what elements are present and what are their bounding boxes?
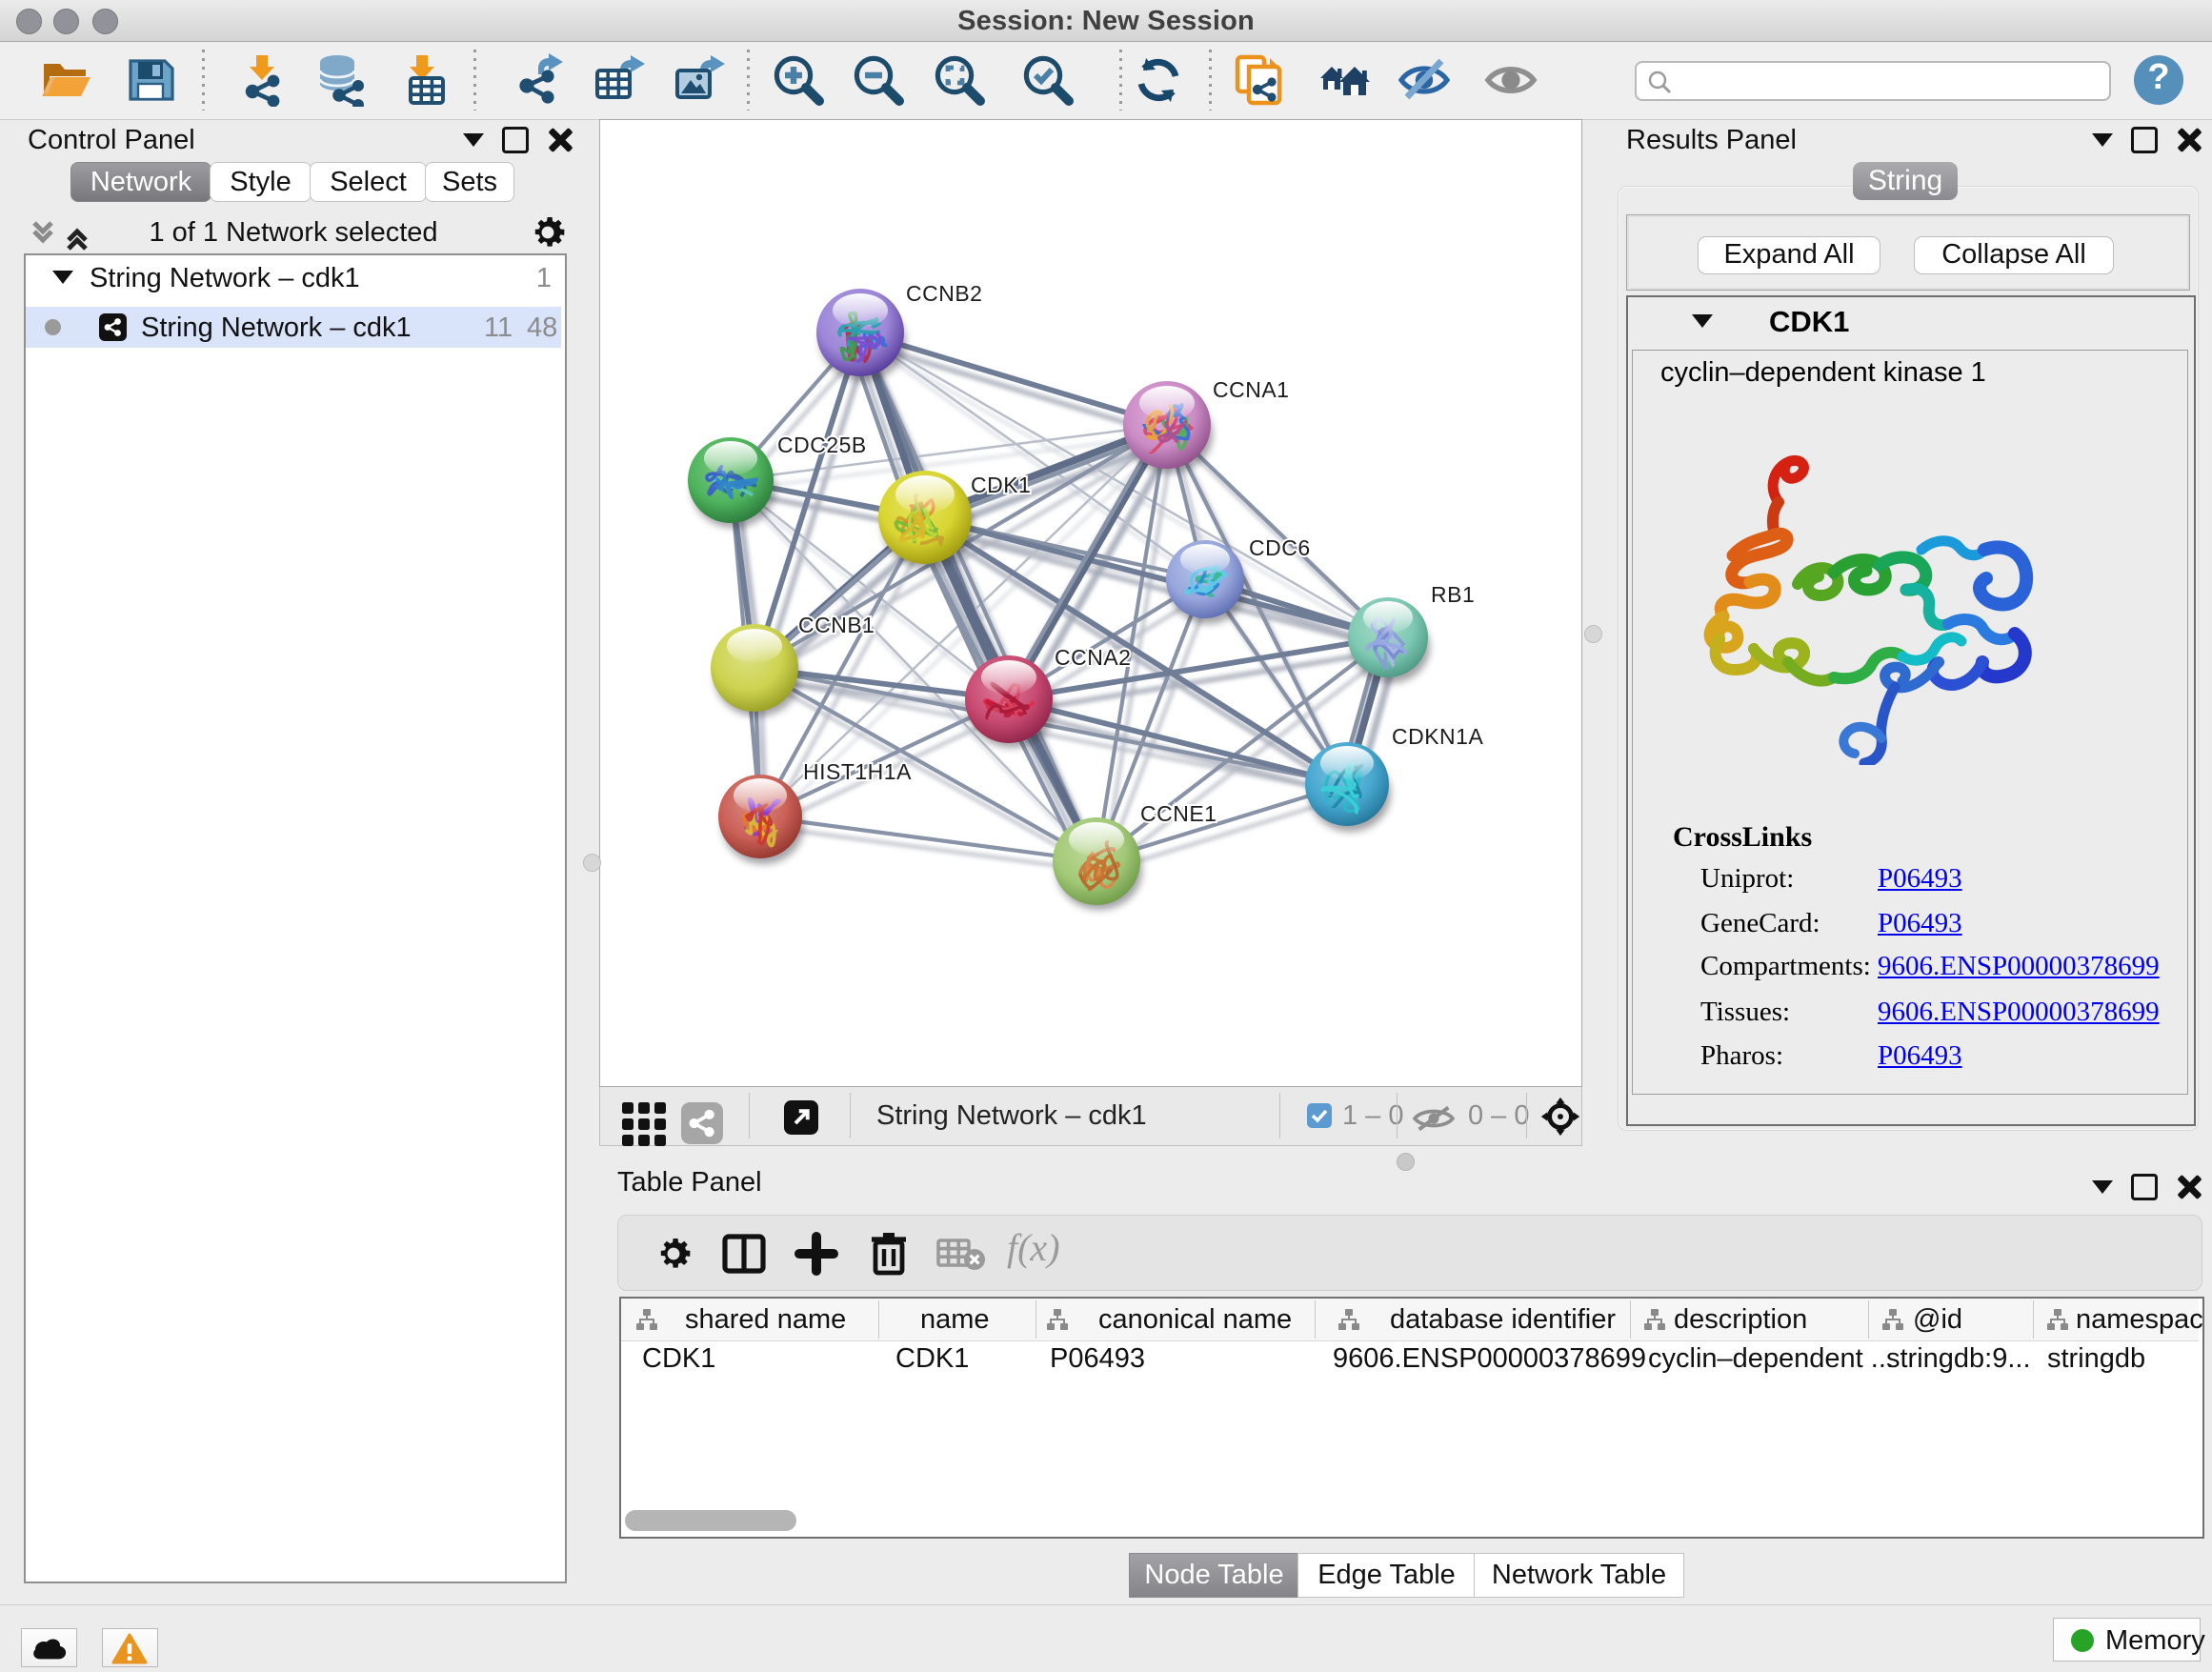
- svg-text:CCNA2: CCNA2: [1055, 645, 1131, 670]
- svg-text:CCNB2: CCNB2: [906, 281, 982, 306]
- svg-text:CDC25B: CDC25B: [777, 433, 867, 457]
- svg-text:RB1: RB1: [1431, 582, 1475, 607]
- svg-text:CCNE1: CCNE1: [1140, 801, 1217, 826]
- svg-text:CDC6: CDC6: [1249, 535, 1311, 560]
- svg-text:HIST1H1A: HIST1H1A: [803, 759, 912, 784]
- svg-text:CDK1: CDK1: [971, 473, 1031, 497]
- svg-text:CCNB1: CCNB1: [798, 613, 875, 637]
- svg-text:CDKN1A: CDKN1A: [1392, 724, 1483, 749]
- svg-text:CCNA1: CCNA1: [1213, 377, 1289, 402]
